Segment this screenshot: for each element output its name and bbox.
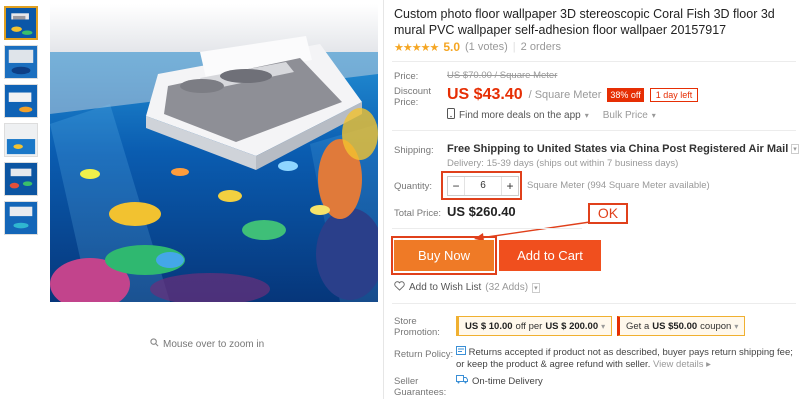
rating-score: 5.0: [443, 40, 460, 54]
separator: |: [512, 41, 516, 53]
divider: [392, 303, 796, 304]
seller-guarantee: On-time Delivery: [456, 375, 543, 387]
chevron-down-icon[interactable]: ▾: [532, 282, 540, 293]
rating-row: ★★★★★ 5.0 (1 votes) | 2 orders: [394, 40, 561, 54]
order-count: 2 orders: [520, 41, 562, 53]
discount-price: US $43.40: [447, 86, 523, 103]
wishlist-label[interactable]: Add to Wish List: [409, 282, 481, 293]
price-unit: / Square Meter: [528, 89, 602, 101]
star-rating-icon[interactable]: ★★★★★: [394, 41, 439, 54]
product-main-image[interactable]: [50, 4, 378, 302]
divider: [392, 61, 796, 62]
quantity-stepper[interactable]: − 6 +: [447, 176, 519, 196]
chevron-down-icon: ▾: [734, 321, 739, 331]
thumbnail-strip: [4, 6, 42, 240]
discount-price-row: US $43.40 / Square Meter 38% off 1 day l…: [447, 86, 699, 104]
thumbnail-3[interactable]: [4, 84, 38, 118]
total-price: US $260.40: [447, 204, 516, 219]
coupon-threshold: US $ 200.00: [545, 320, 599, 332]
vote-count[interactable]: (1 votes): [465, 41, 508, 53]
quantity-label: Quantity:: [394, 181, 433, 192]
coupon-discount[interactable]: US $ 10.00 off per US $ 200.00 ▾: [456, 316, 613, 336]
buy-now-button[interactable]: Buy Now: [394, 240, 494, 271]
coupon-get[interactable]: Get a US $50.00 coupon ▾: [617, 316, 746, 336]
thumbnail-6[interactable]: [4, 201, 38, 235]
zoom-hint: Mouse over to zoom in: [150, 338, 264, 350]
return-policy-label: Return Policy:: [394, 349, 454, 360]
shield-icon: [456, 346, 466, 359]
quantity-increase-button[interactable]: +: [502, 179, 518, 193]
original-price: US $70.00 / Square Meter: [447, 70, 558, 81]
wishlist-row[interactable]: Add to Wish List (32 Adds) ▾: [394, 281, 540, 294]
phone-icon: [447, 108, 455, 122]
coupon-get-suffix: coupon: [700, 320, 732, 332]
store-promotion-label: Store Promotion:: [394, 316, 440, 338]
delivery-estimate: Delivery: 15-39 days (ships out within 7…: [447, 158, 679, 169]
thumbnail-5[interactable]: [4, 162, 38, 196]
discount-price-label: Discount Price:: [394, 86, 431, 108]
coupon-get-prefix: Get a: [626, 320, 650, 332]
return-details-link[interactable]: View details ▸: [653, 359, 711, 370]
shipping-label: Shipping:: [394, 145, 434, 156]
return-policy: Returns accepted if product not as descr…: [456, 346, 796, 371]
add-to-cart-button[interactable]: Add to Cart: [499, 240, 601, 271]
shipping-method-text: Free Shipping to United States via China…: [447, 143, 789, 155]
shipping-method[interactable]: Free Shipping to United States via China…: [447, 143, 799, 155]
panel-divider: [383, 0, 384, 399]
zoom-hint-text: Mouse over to zoom in: [163, 338, 265, 350]
divider: [392, 228, 582, 229]
guarantee-text: On-time Delivery: [472, 375, 543, 387]
price-label: Price:: [394, 71, 419, 82]
chevron-down-icon: ▾: [601, 321, 606, 331]
thumbnail-1[interactable]: [4, 6, 38, 40]
app-deals-link[interactable]: Find more deals on the app: [459, 110, 581, 121]
thumbnail-2[interactable]: [4, 45, 38, 79]
seller-guarantees-label: Seller Guarantees:: [394, 376, 447, 398]
chevron-down-icon[interactable]: ▾: [652, 111, 656, 120]
app-deals-row: Find more deals on the app ▾ Bulk Price …: [447, 108, 656, 122]
quantity-decrease-button[interactable]: −: [448, 179, 464, 193]
heart-icon[interactable]: [394, 281, 405, 294]
bulk-price-link[interactable]: Bulk Price: [603, 110, 648, 121]
product-title: Custom photo floor wallpaper 3D stereosc…: [394, 7, 775, 37]
wishlist-count: (32 Adds): [485, 282, 529, 293]
coupon-text: off per: [515, 320, 543, 332]
chevron-down-icon[interactable]: ▾: [791, 144, 799, 154]
return-policy-text: Returns accepted if product not as descr…: [456, 347, 793, 371]
discount-badge: 38% off: [607, 88, 644, 102]
total-price-label: Total Price:: [394, 208, 441, 219]
coupon-get-amount: US $50.00: [652, 320, 698, 332]
magnifier-icon: [150, 338, 159, 350]
quantity-available: Square Meter (994 Square Meter available…: [527, 180, 710, 191]
delivery-truck-icon: [456, 375, 468, 387]
days-left-badge: 1 day left: [649, 88, 699, 102]
divider: [392, 130, 796, 131]
coupon-amount: US $ 10.00: [465, 320, 513, 332]
thumbnail-4[interactable]: [4, 123, 38, 157]
chevron-down-icon[interactable]: ▾: [585, 111, 589, 120]
quantity-input[interactable]: 6: [464, 177, 502, 195]
